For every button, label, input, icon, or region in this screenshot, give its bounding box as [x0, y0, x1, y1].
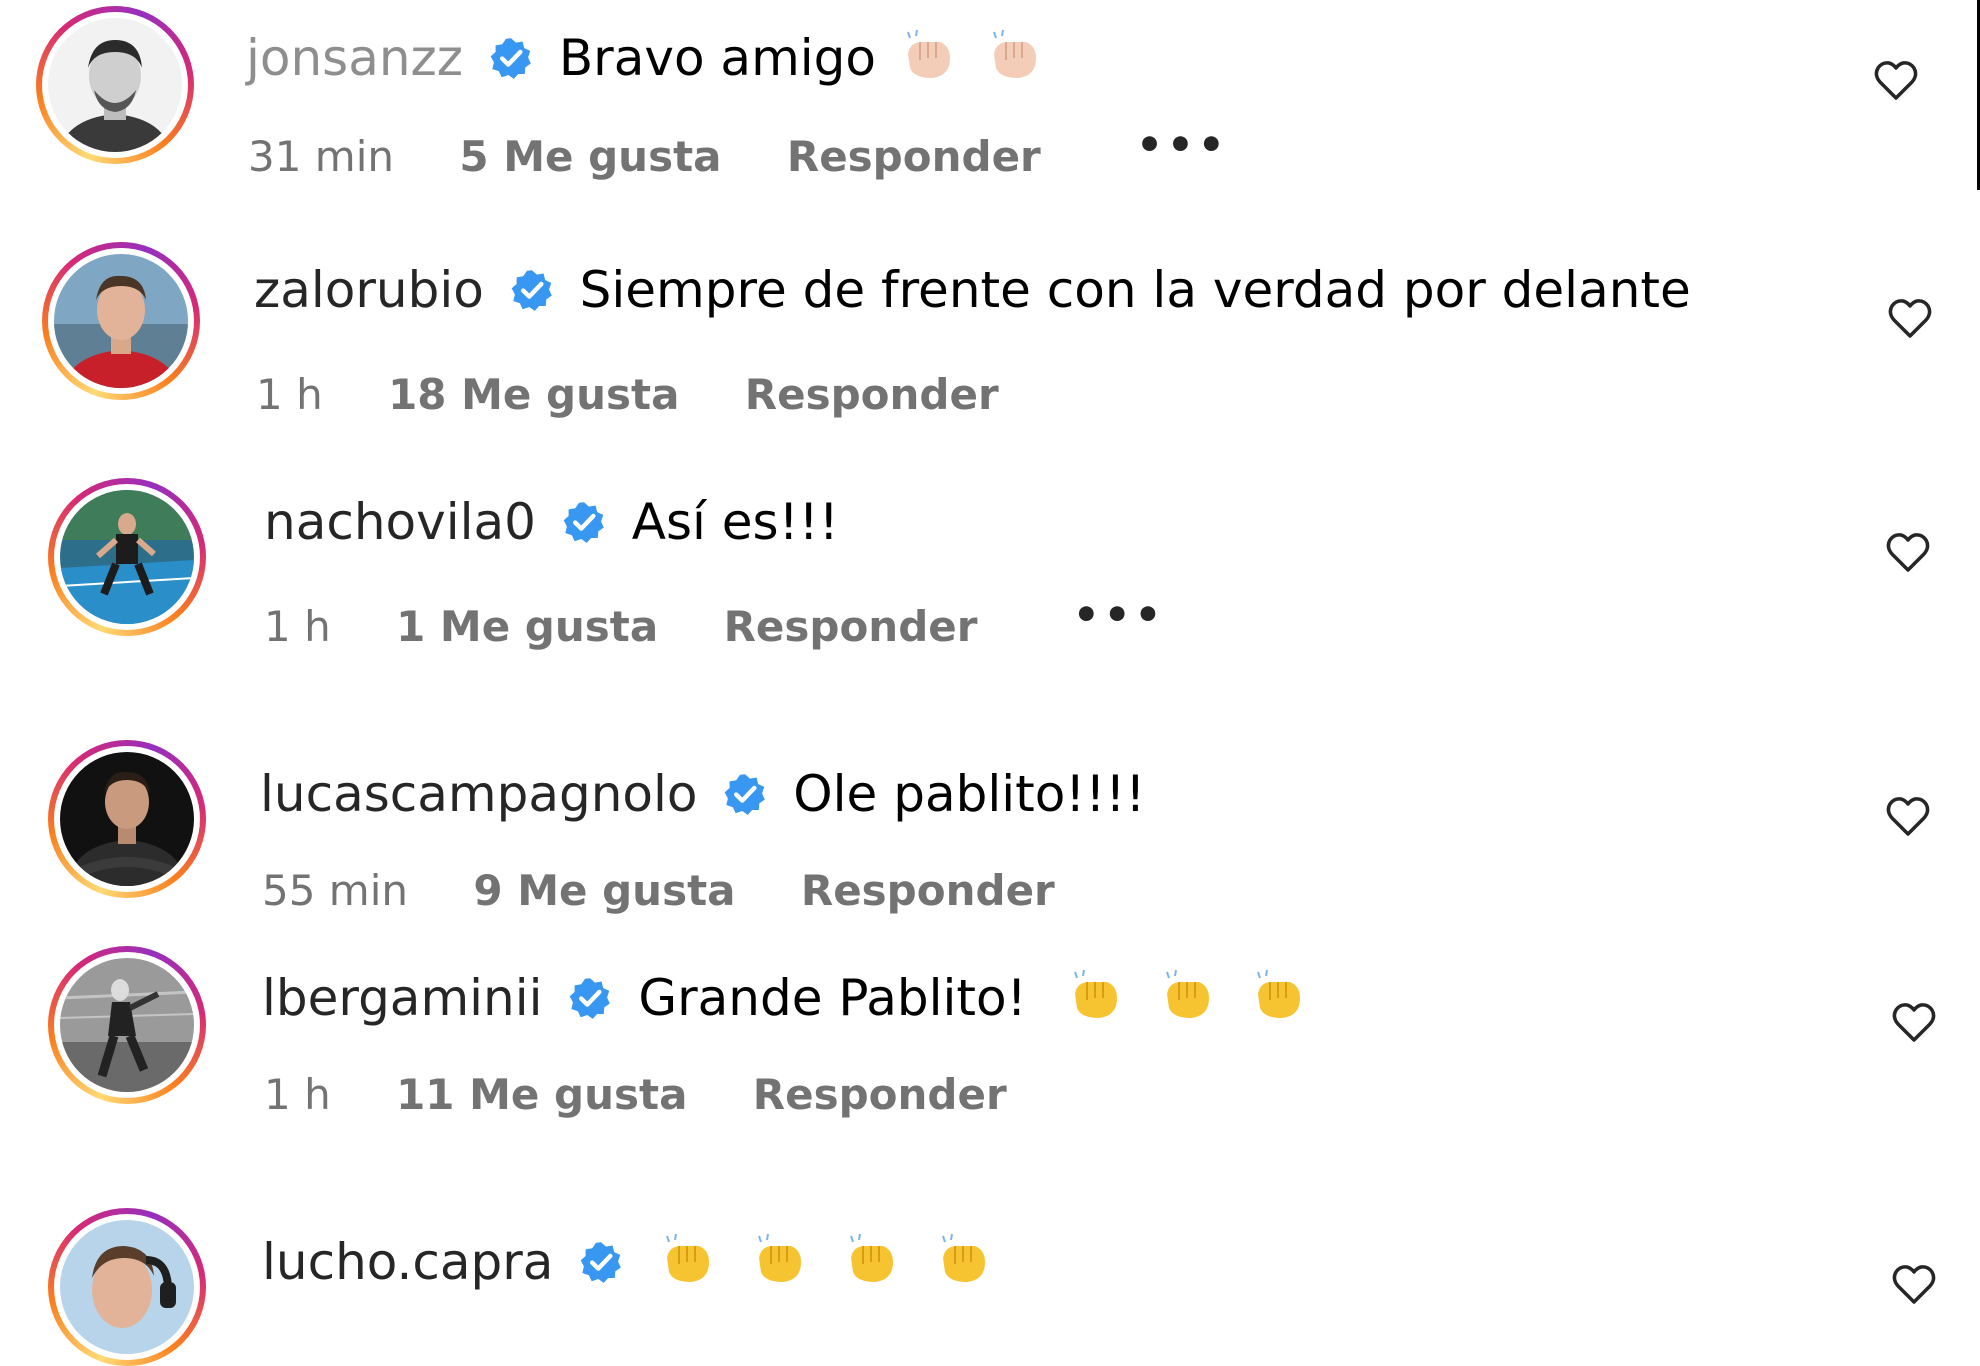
comment-text: Bravo amigo: [558, 29, 876, 87]
comment-item: lucho.capra: [0, 1208, 1980, 1366]
verified-badge-icon: [725, 774, 766, 815]
avatar[interactable]: [48, 946, 206, 1104]
comment-text: Siempre de frente con la verdad por dela…: [579, 261, 1691, 319]
comment-time: 1 h: [264, 1070, 331, 1119]
verified-badge-icon: [490, 38, 531, 79]
likes-count-link[interactable]: 11 Me gusta: [396, 1070, 687, 1120]
reply-button[interactable]: Responder: [745, 370, 999, 420]
username-link[interactable]: lucascampagnolo: [260, 764, 697, 824]
clapping-hands-emoji: [906, 29, 950, 78]
heart-outline-icon[interactable]: [1884, 528, 1932, 576]
clapping-hands-emoji: [850, 1233, 894, 1282]
username-link[interactable]: lucho.capra: [262, 1232, 553, 1292]
reply-button[interactable]: Responder: [724, 602, 978, 652]
comment-time: 31 min: [248, 132, 394, 181]
reply-button[interactable]: Responder: [753, 1070, 1007, 1120]
comment-time: 1 h: [256, 370, 323, 419]
comment-item: zalorubio Siempre de frente con la verda…: [0, 240, 1980, 430]
more-options-button[interactable]: •••: [1073, 590, 1166, 640]
heart-outline-icon[interactable]: [1890, 1260, 1938, 1308]
clapping-hands-emoji: [758, 1233, 802, 1282]
username-link[interactable]: lbergaminii: [262, 968, 543, 1028]
comment-text: Así es!!!: [631, 493, 839, 551]
comment-text: Grande Pablito!: [638, 969, 1027, 1027]
likes-count-link[interactable]: 9 Me gusta: [473, 866, 735, 916]
avatar[interactable]: [42, 242, 200, 400]
heart-outline-icon[interactable]: [1886, 294, 1934, 342]
avatar[interactable]: [48, 740, 206, 898]
comment-item: nachovila0 Así es!!! 1 h 1 Me gusta Resp…: [0, 478, 1980, 678]
heart-outline-icon[interactable]: [1872, 56, 1920, 104]
heart-outline-icon[interactable]: [1890, 998, 1938, 1046]
comment-item: lucascampagnolo Ole pablito!!!! 55 min 9…: [0, 740, 1980, 930]
username-link[interactable]: jonsanzz: [246, 28, 463, 88]
comment-time: 1 h: [264, 602, 331, 651]
verified-badge-icon: [580, 1242, 622, 1283]
likes-count-link[interactable]: 5 Me gusta: [459, 132, 721, 182]
reply-button[interactable]: Responder: [787, 132, 1041, 182]
likes-count-link[interactable]: 18 Me gusta: [388, 370, 679, 420]
username-link[interactable]: nachovila0: [264, 492, 536, 552]
avatar[interactable]: [48, 478, 206, 636]
clapping-hands-emoji: [1257, 969, 1301, 1018]
comment-item: jonsanzz Bravo amigo 31 min 5 Me gusta R…: [0, 0, 1980, 190]
verified-badge-icon: [511, 270, 552, 311]
clapping-hands-emoji: [992, 29, 1036, 78]
more-options-button[interactable]: •••: [1136, 120, 1229, 170]
username-link[interactable]: zalorubio: [254, 260, 484, 320]
clapping-hands-emoji: [1165, 969, 1209, 1018]
avatar[interactable]: [36, 6, 194, 164]
heart-outline-icon[interactable]: [1884, 792, 1932, 840]
verified-badge-icon: [570, 978, 611, 1019]
comment-item: lbergaminii Grande Pablito! 1 h 11 Me gu…: [0, 946, 1980, 1136]
clapping-hands-emoji: [1073, 969, 1117, 1018]
verified-badge-icon: [563, 502, 604, 543]
clapping-hands-emoji: [942, 1233, 985, 1282]
comment-text: Ole pablito!!!!: [793, 765, 1146, 823]
reply-button[interactable]: Responder: [801, 866, 1055, 916]
avatar[interactable]: [48, 1208, 206, 1366]
comment-time: 55 min: [262, 866, 408, 915]
likes-count-link[interactable]: 1 Me gusta: [396, 602, 658, 652]
clapping-hands-emoji: [666, 1233, 710, 1282]
